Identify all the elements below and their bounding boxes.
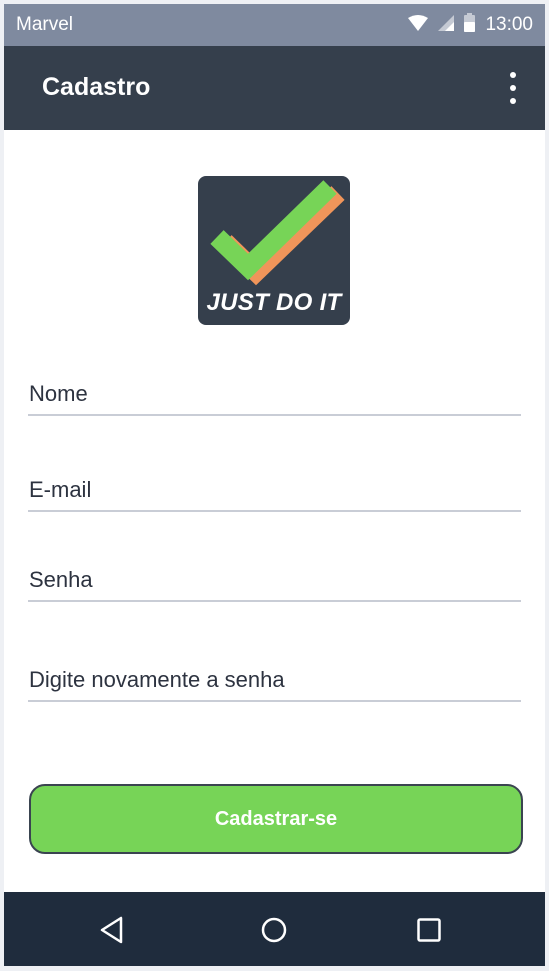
more-vert-icon[interactable] bbox=[503, 72, 523, 104]
status-icons: 13:00 bbox=[408, 12, 533, 38]
password-input[interactable] bbox=[28, 560, 521, 600]
status-bar: Marvel 13:00 bbox=[4, 4, 545, 46]
clock-time: 13:00 bbox=[485, 14, 533, 35]
email-input[interactable] bbox=[28, 470, 521, 510]
recents-icon[interactable] bbox=[407, 908, 451, 952]
signal-icon bbox=[438, 14, 455, 36]
carrier-label: Marvel bbox=[16, 14, 74, 35]
system-nav-bar bbox=[4, 892, 545, 966]
name-input[interactable] bbox=[28, 374, 521, 414]
back-icon[interactable] bbox=[90, 908, 134, 952]
battery-icon bbox=[464, 13, 476, 37]
email-field bbox=[28, 470, 521, 512]
page-title: Cadastro bbox=[42, 73, 151, 101]
name-field bbox=[28, 374, 521, 416]
register-button[interactable]: Cadastrar-se bbox=[29, 784, 523, 854]
app-logo: JUST DO IT bbox=[198, 176, 350, 325]
confirm-password-input[interactable] bbox=[28, 660, 521, 700]
wifi-icon bbox=[408, 14, 429, 36]
device-screen: Marvel 13:00 Cadastro JUST DO IT Nome E-… bbox=[4, 4, 545, 966]
password-field bbox=[28, 560, 521, 602]
confirm-password-field bbox=[28, 660, 521, 702]
home-icon[interactable] bbox=[252, 908, 296, 952]
logo-text: JUST DO IT bbox=[206, 289, 342, 316]
app-bar: Cadastro bbox=[4, 46, 545, 130]
